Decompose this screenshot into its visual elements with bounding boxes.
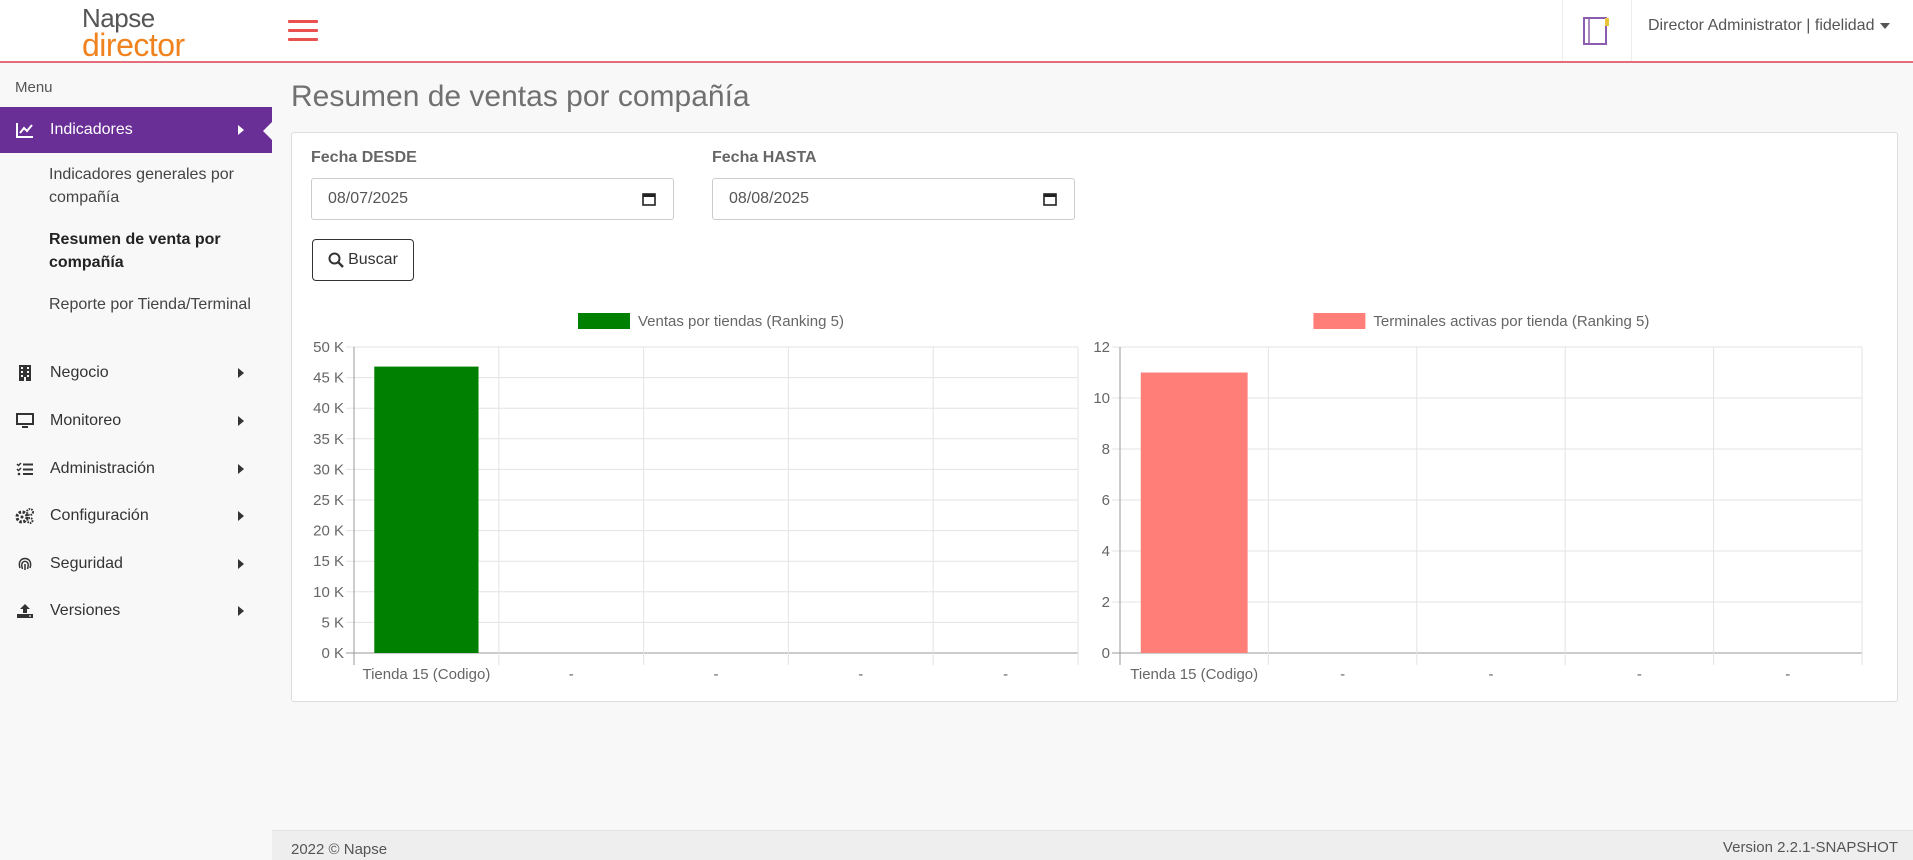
caret-right-icon [238,368,244,378]
y-tick-label: 12 [1093,339,1110,356]
sidebar-item-monitoreo[interactable]: Monitoreo [0,398,272,444]
sidebar: Menu Indicadores Indicadores generales p… [0,63,272,860]
x-tick-label: - [569,666,574,683]
logo-bottom-text: director [82,27,185,63]
x-tick-label: - [1340,666,1345,683]
sidebar-item-versiones[interactable]: Versiones [0,588,272,634]
y-tick-label: 2 [1102,594,1110,611]
menu-caption: Menu [15,79,53,96]
sidebar-item-seguridad[interactable]: Seguridad [0,541,272,587]
x-tick-label: Tienda 15 (Codigo) [1130,666,1258,683]
legend-swatch [578,313,630,329]
y-tick-label: 45 K [313,370,344,387]
upload-icon [0,603,50,619]
copyright-text: 2022 © Napse [291,841,388,858]
sidebar-item-negocio[interactable]: Negocio [0,350,272,396]
y-tick-label: 35 K [313,431,344,448]
caret-right-icon [238,416,244,426]
x-tick-label: - [1785,666,1790,683]
tasks-list-icon [0,462,50,476]
caret-right-icon [238,606,244,616]
caret-right-icon [238,464,244,474]
x-tick-label: - [1489,666,1494,683]
y-tick-label: 10 [1093,390,1110,407]
user-label: Director Administrator | fidelidad [1648,17,1875,34]
y-tick-label: 25 K [313,492,344,509]
page-title: Resumen de ventas por compañía [291,80,750,113]
chart-svg: Ventas por tiendas (Ranking 5) 0 K 5 K 10 K… [313,313,1079,683]
sidebar-item-label: Versiones [50,602,121,619]
top-navbar: Napse director Director Administrator | … [0,0,1913,63]
hamburger-menu-icon[interactable] [288,18,318,42]
legend-label: Ventas por tiendas (Ranking 5) [638,313,844,330]
chart-svg: Terminales activas por tienda (Ranking 5… [1093,313,1863,683]
y-tick-label: 50 K [313,339,344,356]
building-icon [0,365,50,381]
notebook-icon [1583,17,1609,45]
fecha-hasta-input[interactable]: 08/08/2025 [712,178,1075,220]
caret-right-icon [238,511,244,521]
y-tick-label: 4 [1102,543,1110,560]
calendar-icon[interactable] [642,192,656,206]
caret-right-icon [238,559,244,569]
ventas-chart: Ventas por tiendas (Ranking 5) 0 K 5 K 10 K… [306,301,1086,696]
y-tick-label: 6 [1102,492,1110,509]
sidebar-subitem-reporte-tienda[interactable]: Reporte por Tienda/Terminal [49,293,264,316]
x-tick-label: - [1003,666,1008,683]
x-tick-label: - [1637,666,1642,683]
sidebar-item-label: Negocio [50,364,109,381]
y-tick-label: 0 K [321,645,344,662]
fecha-hasta-label: Fecha HASTA [712,149,817,166]
fecha-desde-value: 08/07/2025 [328,190,409,207]
fingerprint-icon [0,556,50,572]
fecha-desde-input[interactable]: 08/07/2025 [311,178,674,220]
chart-line-icon [0,122,50,138]
search-icon [328,252,344,268]
x-tick-label: - [858,666,863,683]
y-tick-label: 0 [1102,645,1110,662]
sidebar-item-label: Indicadores [50,121,133,138]
footer: 2022 © Napse Version 2.2.1-SNAPSHOT [272,830,1913,860]
y-tick-label: 5 K [321,614,344,631]
y-tick-label: 40 K [313,400,344,417]
x-tick-label: Tienda 15 (Codigo) [362,666,490,683]
y-tick-label: 15 K [313,553,344,570]
gears-icon [0,508,50,524]
notebook-button[interactable] [1562,0,1632,61]
y-tick-label: 20 K [313,523,344,540]
terminales-chart: Terminales activas por tienda (Ranking 5… [1084,301,1864,696]
calendar-icon[interactable] [1043,192,1057,206]
user-dropdown[interactable]: Director Administrator | fidelidad [1648,17,1891,35]
napse-director-logo[interactable]: Napse director [82,5,185,61]
fecha-desde-label: Fecha DESDE [311,149,417,166]
caret-right-icon [238,125,244,135]
filters-and-charts-panel: Fecha DESDE 08/07/2025 Fecha HASTA 08/08… [291,132,1898,702]
monitor-icon [0,413,50,429]
sidebar-item-label: Monitoreo [50,412,122,429]
legend-swatch [1313,313,1366,329]
sidebar-item-configuracion[interactable]: Configuración [0,493,272,539]
legend-label: Terminales activas por tienda (Ranking 5… [1373,313,1649,330]
fecha-hasta-value: 08/08/2025 [729,190,810,207]
buscar-label: Buscar [348,251,398,268]
x-tick-label: - [714,666,719,683]
sidebar-item-administracion[interactable]: Administración [0,446,272,492]
sidebar-item-label: Administración [50,460,155,477]
y-tick-label: 8 [1102,441,1110,458]
y-tick-label: 10 K [313,584,344,601]
y-tick-label: 30 K [313,461,344,478]
sidebar-item-label: Configuración [50,507,149,524]
bar[interactable] [1140,372,1248,654]
sidebar-item-indicadores[interactable]: Indicadores [0,107,272,153]
bar[interactable] [374,366,479,653]
sidebar-item-label: Seguridad [50,555,123,572]
sidebar-subitem-resumen-venta[interactable]: Resumen de venta por compañía [49,228,264,274]
buscar-button[interactable]: Buscar [312,239,414,281]
caret-down-icon [1880,22,1891,29]
sidebar-subitem-indicadores-generales[interactable]: Indicadores generales por compañía [49,163,264,209]
version-text: Version 2.2.1-SNAPSHOT [1722,839,1898,856]
